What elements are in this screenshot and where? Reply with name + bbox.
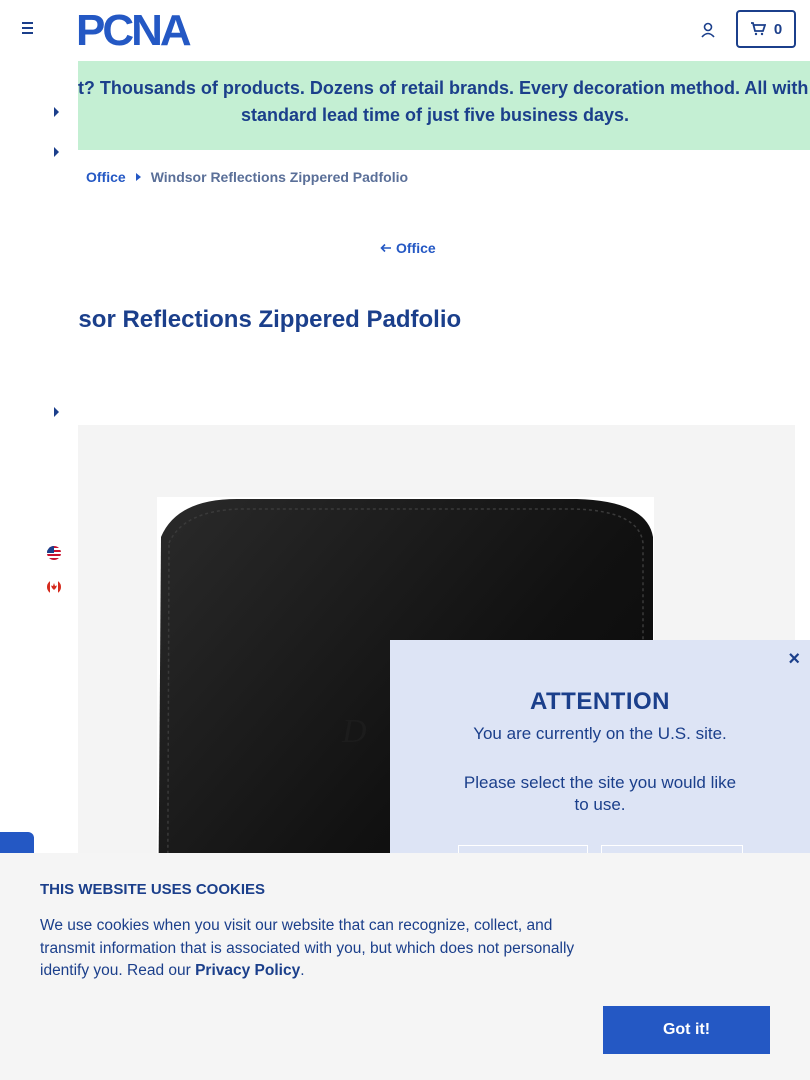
canada-flag-icon[interactable] bbox=[46, 579, 62, 595]
close-icon[interactable]: × bbox=[788, 648, 800, 671]
cart-icon bbox=[750, 22, 766, 36]
privacy-policy-link[interactable]: Privacy Policy bbox=[195, 962, 300, 979]
breadcrumb-separator-icon bbox=[135, 173, 141, 181]
breadcrumb-office-link[interactable]: Office bbox=[86, 169, 126, 185]
cookie-heading: THIS WEBSITE USES COOKIES bbox=[40, 881, 266, 898]
cookie-body: We use cookies when you visit our websit… bbox=[40, 915, 610, 983]
breadcrumb-current: Windsor Reflections Zippered Padfolio bbox=[150, 169, 409, 185]
account-icon[interactable] bbox=[698, 20, 718, 40]
back-to-office-link[interactable]: Office bbox=[380, 240, 436, 256]
attention-modal: × ATTENTION You are currently on the U.S… bbox=[390, 640, 810, 880]
side-caret-icon[interactable] bbox=[54, 407, 59, 417]
logo-text: PCNA bbox=[76, 10, 191, 50]
cart-button[interactable]: 0 bbox=[736, 10, 796, 48]
attention-heading: ATTENTION bbox=[529, 688, 671, 715]
breadcrumb: Office Windsor Reflections Zippered Padf… bbox=[86, 169, 408, 185]
accept-cookies-button[interactable]: Got it! bbox=[603, 1006, 770, 1054]
promo-banner: Wait? Thousands of products. Dozens of r… bbox=[0, 61, 810, 150]
side-caret-icon[interactable] bbox=[54, 107, 59, 117]
back-link-label: Office bbox=[396, 240, 436, 256]
cookie-body-text: We use cookies when you visit our websit… bbox=[40, 917, 575, 979]
promo-banner-text: Wait? Thousands of products. Dozens of r… bbox=[46, 78, 810, 125]
cookie-period: . bbox=[300, 962, 305, 979]
back-arrow-icon bbox=[380, 243, 391, 253]
pcna-logo[interactable]: PCNA bbox=[76, 10, 224, 50]
svg-text:D: D bbox=[341, 713, 367, 750]
current-site-text: You are currently on the U.S. site. bbox=[473, 724, 727, 743]
side-caret-icon[interactable] bbox=[54, 147, 59, 157]
us-flag-icon[interactable] bbox=[46, 545, 62, 561]
product-title: Windsor Reflections Zippered Padfolio bbox=[20, 306, 462, 333]
site-header: PCNA 0 bbox=[0, 0, 810, 60]
select-site-prompt: Please select the site you would like to… bbox=[463, 773, 737, 814]
cookie-banner: THIS WEBSITE USES COOKIES We use cookies… bbox=[0, 853, 810, 1080]
hamburger-icon[interactable] bbox=[18, 22, 38, 38]
cart-count: 0 bbox=[773, 20, 783, 38]
